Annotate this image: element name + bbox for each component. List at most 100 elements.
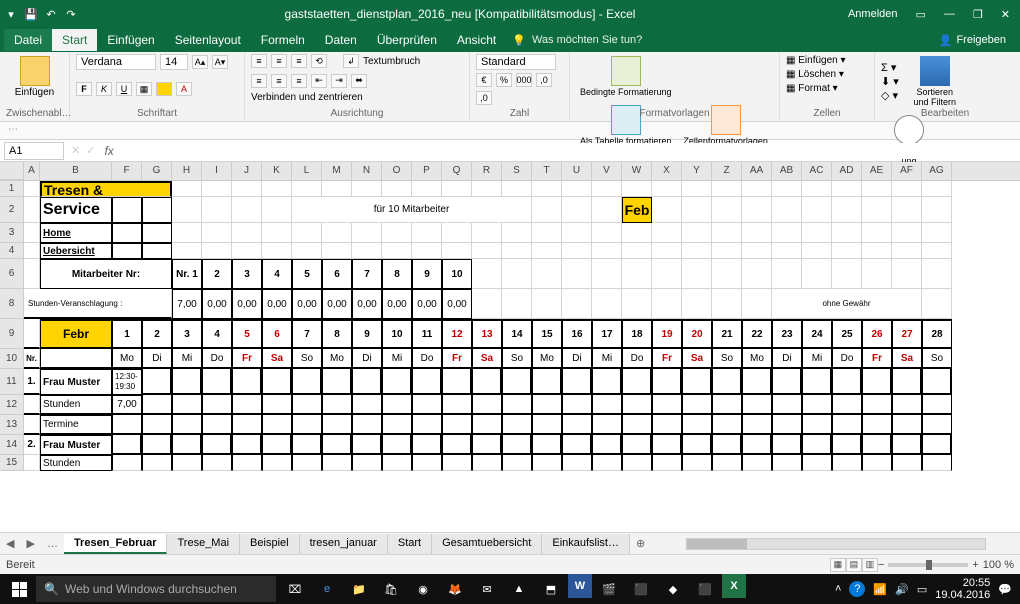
cell[interactable] (802, 455, 832, 471)
cell[interactable] (142, 369, 172, 395)
sort-filter-button[interactable]: Sortieren und Filtern (907, 54, 963, 109)
cell[interactable] (682, 223, 712, 243)
cell[interactable] (622, 243, 652, 259)
cell[interactable]: 16 (562, 319, 592, 349)
cell[interactable] (622, 289, 652, 319)
cell[interactable]: Mo (112, 349, 142, 369)
cell[interactable] (142, 223, 172, 243)
minimize-icon[interactable]: — (938, 8, 961, 20)
cell[interactable]: Frau Muster (40, 435, 112, 455)
cell[interactable]: 20 (682, 319, 712, 349)
cell[interactable] (502, 181, 532, 197)
taskbar-app3-icon[interactable]: ⬛ (690, 574, 720, 604)
cell[interactable] (262, 415, 292, 435)
dec-decimal-icon[interactable]: ,0 (476, 91, 492, 105)
cell[interactable] (592, 223, 622, 243)
row-header[interactable]: 2 (0, 197, 24, 223)
cell[interactable] (622, 435, 652, 455)
cell[interactable] (712, 289, 742, 319)
cell[interactable]: 5 (232, 319, 262, 349)
col-header[interactable]: I (202, 162, 232, 180)
cell[interactable]: 8 (322, 319, 352, 349)
cell[interactable]: 19 (652, 319, 682, 349)
cell[interactable]: Mo (322, 349, 352, 369)
taskbar-firefox-icon[interactable]: 🦊 (440, 574, 470, 604)
cell[interactable]: So (922, 349, 952, 369)
cell[interactable] (892, 181, 922, 197)
taskbar-dropbox-icon[interactable]: ⬒ (536, 574, 566, 604)
cell[interactable] (922, 259, 952, 289)
cell[interactable]: 26 (862, 319, 892, 349)
cell[interactable] (682, 455, 712, 471)
cell[interactable] (622, 455, 652, 471)
cell[interactable] (622, 369, 652, 395)
cell[interactable] (24, 223, 40, 243)
cell[interactable] (412, 243, 442, 259)
cell[interactable] (24, 259, 40, 289)
cell[interactable] (202, 369, 232, 395)
cell[interactable] (742, 369, 772, 395)
cell[interactable] (862, 369, 892, 395)
cell[interactable] (172, 197, 202, 223)
percent-icon[interactable]: % (496, 73, 512, 87)
autosum-button[interactable]: Σ ▾ (881, 61, 899, 75)
cell[interactable] (322, 455, 352, 471)
cell[interactable] (532, 435, 562, 455)
col-header[interactable]: AD (832, 162, 862, 180)
cell[interactable] (502, 415, 532, 435)
cell[interactable] (712, 455, 742, 471)
name-box[interactable] (4, 142, 64, 160)
cell[interactable] (532, 259, 562, 289)
cell[interactable] (532, 415, 562, 435)
cell[interactable] (772, 223, 802, 243)
cell[interactable] (24, 243, 40, 259)
font-color-button[interactable]: A (176, 82, 192, 96)
cell[interactable] (262, 455, 292, 471)
col-header[interactable]: H (172, 162, 202, 180)
cell[interactable]: So (292, 349, 322, 369)
formula-input[interactable] (120, 143, 1020, 159)
cell[interactable] (892, 455, 922, 471)
cell[interactable] (802, 197, 832, 223)
cell[interactable] (24, 455, 40, 471)
tray-help-icon[interactable]: ? (849, 581, 865, 597)
col-header[interactable]: AA (742, 162, 772, 180)
row-header[interactable]: 11 (0, 369, 24, 395)
taskbar-app2-icon[interactable]: ◆ (658, 574, 688, 604)
taskbar-store-icon[interactable]: 🛍 (376, 574, 406, 604)
fill-button[interactable]: ⬇ ▾ (881, 75, 899, 89)
cell[interactable]: Di (142, 349, 172, 369)
col-header[interactable]: V (592, 162, 622, 180)
row-header[interactable]: 13 (0, 415, 24, 435)
cell[interactable]: 9 (352, 319, 382, 349)
merge-button[interactable]: Verbinden und zentrieren (251, 92, 363, 103)
cell[interactable] (682, 415, 712, 435)
taskbar-search[interactable]: 🔍 Web und Windows durchsuchen (36, 576, 276, 602)
cell[interactable]: 3 (172, 319, 202, 349)
row-header[interactable]: 4 (0, 243, 24, 259)
cell[interactable] (202, 455, 232, 471)
cell[interactable] (442, 435, 472, 455)
indent-inc-icon[interactable]: ⇥ (331, 74, 347, 88)
cell[interactable] (382, 243, 412, 259)
cell[interactable] (24, 319, 40, 349)
cell[interactable] (622, 181, 652, 197)
cell[interactable] (772, 395, 802, 415)
cell[interactable] (202, 243, 232, 259)
cell[interactable] (142, 243, 172, 259)
cell[interactable] (352, 435, 382, 455)
cell[interactable]: 9 (412, 259, 442, 289)
cell[interactable] (562, 455, 592, 471)
cell[interactable] (532, 223, 562, 243)
sheet-nav-prev-icon[interactable]: ◀ (0, 537, 20, 550)
cell[interactable] (802, 181, 832, 197)
row-header[interactable]: 6 (0, 259, 24, 289)
cell[interactable] (472, 415, 502, 435)
cell[interactable]: 6 (322, 259, 352, 289)
cell[interactable] (562, 395, 592, 415)
cell[interactable]: 10 (442, 259, 472, 289)
cell[interactable] (592, 455, 622, 471)
tab-ansicht[interactable]: Ansicht (447, 29, 506, 51)
cell[interactable] (742, 395, 772, 415)
number-format-select[interactable] (476, 54, 556, 70)
